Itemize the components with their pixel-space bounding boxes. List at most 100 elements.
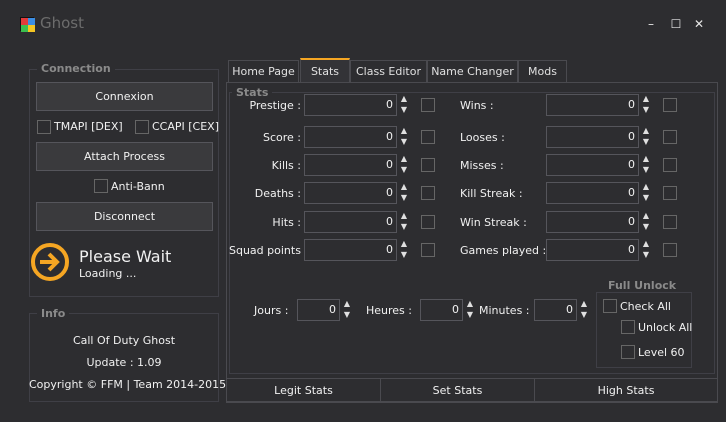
deaths-spinner[interactable]: ▲ ▼ — [398, 182, 410, 204]
jours-input[interactable]: 0 — [297, 299, 340, 321]
score-input[interactable]: 0 — [304, 126, 397, 148]
deaths-checkbox[interactable] — [421, 186, 435, 200]
spin-down-icon[interactable]: ▼ — [578, 310, 590, 321]
tmapi-checkbox[interactable] — [37, 120, 51, 134]
spin-up-icon[interactable]: ▲ — [398, 211, 410, 222]
squadpoints-checkbox[interactable] — [421, 243, 435, 257]
spin-down-icon[interactable]: ▼ — [398, 222, 410, 233]
spin-up-icon[interactable]: ▲ — [640, 239, 652, 250]
spin-up-icon[interactable]: ▲ — [398, 182, 410, 193]
antiban-checkbox[interactable] — [94, 179, 108, 193]
misses-checkbox[interactable] — [663, 158, 677, 172]
spin-down-icon[interactable]: ▼ — [398, 137, 410, 148]
gamesplayed-input[interactable]: 0 — [546, 239, 639, 261]
spin-up-icon[interactable]: ▲ — [398, 154, 410, 165]
hits-spinner[interactable]: ▲ ▼ — [398, 211, 410, 233]
wins-input[interactable]: 0 — [546, 94, 639, 116]
wins-spinner[interactable]: ▲ ▼ — [640, 94, 652, 116]
spin-down-icon[interactable]: ▼ — [341, 310, 353, 321]
set-stats-button[interactable]: Set Stats — [381, 379, 535, 401]
spin-down-icon[interactable]: ▼ — [640, 137, 652, 148]
ccapi-label: CCAPI [CEX] — [152, 120, 220, 133]
winstreak-label: Win Streak : — [460, 216, 527, 229]
score-spinner[interactable]: ▲ ▼ — [398, 126, 410, 148]
spin-down-icon[interactable]: ▼ — [464, 310, 476, 321]
spin-up-icon[interactable]: ▲ — [398, 94, 410, 105]
looses-label: Looses : — [460, 131, 505, 144]
misses-spinner[interactable]: ▲ ▼ — [640, 154, 652, 176]
maximize-button[interactable]: ☐ — [666, 14, 686, 34]
spin-down-icon[interactable]: ▼ — [398, 105, 410, 116]
squadpoints-input[interactable]: 0 — [304, 239, 397, 261]
unlock-all-checkbox[interactable] — [621, 320, 635, 334]
looses-spinner[interactable]: ▲ ▼ — [640, 126, 652, 148]
spin-down-icon[interactable]: ▼ — [640, 105, 652, 116]
prestige-checkbox[interactable] — [421, 98, 435, 112]
killstreak-checkbox[interactable] — [663, 186, 677, 200]
heures-spinner[interactable]: ▲ ▼ — [464, 299, 476, 321]
deaths-input[interactable]: 0 — [304, 182, 397, 204]
spin-up-icon[interactable]: ▲ — [640, 126, 652, 137]
kills-checkbox[interactable] — [421, 158, 435, 172]
prestige-input[interactable]: 0 — [304, 94, 397, 116]
spin-down-icon[interactable]: ▼ — [640, 193, 652, 204]
kills-spinner[interactable]: ▲ ▼ — [398, 154, 410, 176]
ccapi-checkbox[interactable] — [135, 120, 149, 134]
jours-spinner[interactable]: ▲ ▼ — [341, 299, 353, 321]
spin-up-icon[interactable]: ▲ — [578, 299, 590, 310]
winstreak-spinner[interactable]: ▲ ▼ — [640, 211, 652, 233]
spin-down-icon[interactable]: ▼ — [640, 250, 652, 261]
spin-down-icon[interactable]: ▼ — [398, 250, 410, 261]
spin-up-icon[interactable]: ▲ — [398, 126, 410, 137]
stats-group-title: Stats — [232, 86, 273, 99]
tab-mods[interactable]: Mods — [518, 60, 567, 82]
gamesplayed-checkbox[interactable] — [663, 243, 677, 257]
looses-checkbox[interactable] — [663, 130, 677, 144]
spin-up-icon[interactable]: ▲ — [464, 299, 476, 310]
looses-input[interactable]: 0 — [546, 126, 639, 148]
prestige-spinner[interactable]: ▲ ▼ — [398, 94, 410, 116]
legit-stats-button[interactable]: Legit Stats — [227, 379, 381, 401]
killstreak-input[interactable]: 0 — [546, 182, 639, 204]
attach-process-button[interactable]: Attach Process — [36, 142, 213, 171]
heures-input[interactable]: 0 — [420, 299, 463, 321]
hits-input[interactable]: 0 — [304, 211, 397, 233]
spin-down-icon[interactable]: ▼ — [398, 165, 410, 176]
tab-home-page[interactable]: Home Page — [228, 60, 299, 82]
high-stats-button[interactable]: High Stats — [535, 379, 717, 401]
gamesplayed-spinner[interactable]: ▲ ▼ — [640, 239, 652, 261]
squadpoints-spinner[interactable]: ▲ ▼ — [398, 239, 410, 261]
connection-group-title: Connection — [37, 62, 115, 75]
spin-up-icon[interactable]: ▲ — [640, 182, 652, 193]
spin-up-icon[interactable]: ▲ — [398, 239, 410, 250]
tab-class-editor[interactable]: Class Editor — [350, 60, 427, 82]
misses-input[interactable]: 0 — [546, 154, 639, 176]
tab-name-changer[interactable]: Name Changer — [427, 60, 518, 82]
killstreak-spinner[interactable]: ▲ ▼ — [640, 182, 652, 204]
tab-stats[interactable]: Stats — [300, 58, 350, 82]
kills-input[interactable]: 0 — [304, 154, 397, 176]
level60-checkbox[interactable] — [621, 345, 635, 359]
status-title: Please Wait — [79, 247, 172, 266]
spin-up-icon[interactable]: ▲ — [640, 154, 652, 165]
connect-button[interactable]: Connexion — [36, 82, 213, 111]
minutes-spinner[interactable]: ▲ ▼ — [578, 299, 590, 321]
spin-up-icon[interactable]: ▲ — [640, 94, 652, 105]
wins-checkbox[interactable] — [663, 98, 677, 112]
spin-up-icon[interactable]: ▲ — [640, 211, 652, 222]
score-checkbox[interactable] — [421, 130, 435, 144]
heures-label: Heures : — [366, 304, 412, 317]
spin-up-icon[interactable]: ▲ — [341, 299, 353, 310]
hits-checkbox[interactable] — [421, 215, 435, 229]
minimize-button[interactable]: – — [641, 14, 661, 34]
spin-down-icon[interactable]: ▼ — [398, 193, 410, 204]
close-button[interactable]: ✕ — [689, 14, 709, 34]
winstreak-input[interactable]: 0 — [546, 211, 639, 233]
disconnect-button[interactable]: Disconnect — [36, 202, 213, 231]
spin-down-icon[interactable]: ▼ — [640, 222, 652, 233]
minutes-input[interactable]: 0 — [534, 299, 577, 321]
spin-down-icon[interactable]: ▼ — [640, 165, 652, 176]
check-all-checkbox[interactable] — [603, 299, 617, 313]
killstreak-label: Kill Streak : — [460, 187, 523, 200]
winstreak-checkbox[interactable] — [663, 215, 677, 229]
